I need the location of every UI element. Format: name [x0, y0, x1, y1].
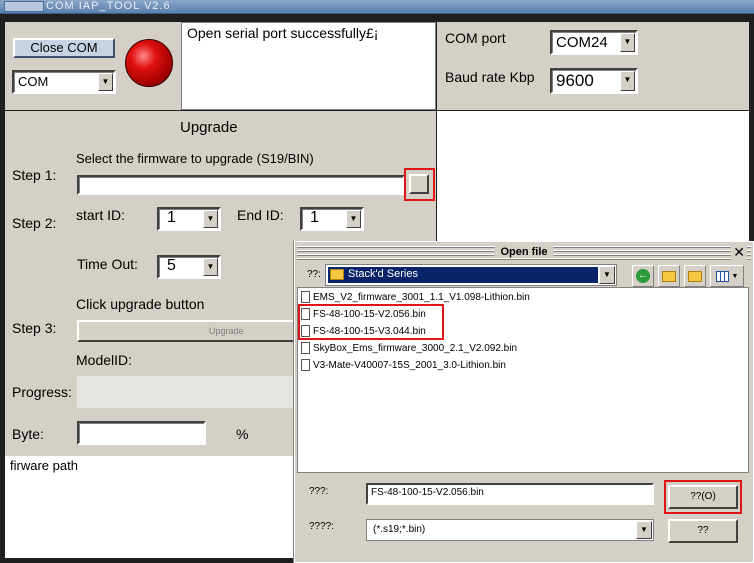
filetype-select[interactable]: (*.s19;*.bin) ▼: [366, 519, 654, 541]
filename-input[interactable]: FS-48-100-15-V2.056.bin: [366, 483, 654, 505]
file-highlight: [298, 304, 444, 340]
chevron-down-icon: ▼: [620, 71, 635, 91]
up-folder-icon[interactable]: [658, 265, 680, 287]
filetype-value: (*.s19;*.bin): [373, 524, 426, 535]
new-folder-icon[interactable]: [684, 265, 706, 287]
close-com-label: Close COM: [30, 40, 98, 55]
com-type-select[interactable]: COM ▼: [12, 70, 116, 94]
chevron-down-icon: ▼: [346, 210, 361, 228]
end-id-value: 1: [310, 209, 319, 226]
byte-label: Byte:: [12, 426, 44, 442]
cancel-button-label: ??: [697, 525, 709, 536]
file-name: V3-Mate-V40007-15S_2001_3.0-Lithion.bin: [313, 359, 506, 371]
percent-sign: %: [236, 426, 249, 442]
com-port-select[interactable]: COM24 ▼: [550, 30, 638, 55]
file-icon: [301, 291, 310, 303]
timeout-select[interactable]: 5 ▼: [157, 255, 221, 279]
dialog-title-bar: Open file ✕: [297, 244, 751, 262]
baud-rate-select[interactable]: 9600 ▼: [550, 68, 638, 94]
file-item[interactable]: SkyBox_Ems_firmware_3000_2.1_V2.092.bin: [301, 340, 517, 356]
cancel-button[interactable]: ??: [668, 519, 738, 543]
firmware-path-field[interactable]: [77, 175, 405, 195]
progress-label: Progress:: [12, 384, 72, 400]
chevron-down-icon: ▼: [98, 73, 113, 91]
title-bar: COM IAP_TOOL V2.6: [0, 0, 754, 14]
window-control[interactable]: [4, 1, 44, 12]
model-id-label: ModelID:: [76, 352, 133, 368]
status-message-box: Open serial port successfully£¡: [181, 22, 436, 110]
chevron-down-icon: ▼: [620, 33, 635, 52]
start-id-label: start ID:: [76, 207, 126, 223]
chevron-down-icon: ▼: [203, 258, 218, 276]
timeout-value: 5: [167, 257, 176, 274]
lookin-value: Stack'd Series: [348, 268, 418, 280]
com-type-value: COM: [18, 74, 49, 89]
upgrade-heading: Upgrade: [180, 119, 238, 136]
com-port-label: COM port: [445, 30, 506, 46]
back-icon[interactable]: ←: [632, 265, 654, 287]
status-message: Open serial port successfully£¡: [187, 25, 379, 41]
baud-rate-label: Baud rate Kbp: [445, 69, 535, 85]
status-led-icon: [125, 39, 173, 87]
lookin-select[interactable]: Stack'd Series ▼: [325, 264, 617, 286]
timeout-label: Time Out:: [77, 256, 138, 272]
filetype-label: ????:: [309, 521, 335, 532]
file-name: EMS_V2_firmware_3001_1.1_V1.098-Lithion.…: [313, 291, 530, 303]
lookin-label: ??:: [307, 269, 321, 280]
filename-label: ???:: [309, 486, 329, 497]
step2-label: Step 2:: [12, 215, 57, 231]
end-id-select[interactable]: 1 ▼: [300, 207, 364, 231]
filename-value: FS-48-100-15-V2.056.bin: [371, 487, 484, 498]
step3-label: Step 3:: [12, 320, 57, 336]
progress-bar: [77, 376, 296, 408]
com-port-value: COM24: [556, 34, 608, 51]
start-id-select[interactable]: 1 ▼: [157, 207, 221, 231]
firmware-path-label: firware path: [10, 458, 78, 473]
view-menu-icon[interactable]: ▼: [710, 265, 744, 287]
dialog-title: Open file: [494, 246, 554, 258]
chevron-down-icon: ▼: [636, 521, 652, 539]
step1-hint: Select the firmware to upgrade (S19/BIN): [76, 151, 314, 166]
end-id-label: End ID:: [237, 207, 284, 223]
upgrade-button[interactable]: Upgrade: [77, 320, 297, 342]
open-button[interactable]: ??(O): [668, 485, 738, 509]
step1-label: Step 1:: [12, 167, 57, 183]
browse-button[interactable]: [409, 174, 429, 194]
byte-field[interactable]: [77, 421, 206, 445]
start-id-value: 1: [167, 209, 176, 226]
file-item[interactable]: V3-Mate-V40007-15S_2001_3.0-Lithion.bin: [301, 357, 506, 373]
file-icon: [301, 342, 310, 354]
baud-rate-value: 9600: [556, 71, 594, 90]
window-title: COM IAP_TOOL V2.6: [46, 0, 171, 12]
chevron-down-icon: ▼: [599, 266, 615, 284]
file-icon: [301, 359, 310, 371]
click-upgrade-hint: Click upgrade button: [76, 296, 205, 312]
blank-area: [437, 111, 749, 241]
upgrade-button-label: Upgrade: [209, 326, 244, 336]
firmware-path-output: firware path: [5, 456, 296, 558]
folder-icon: [330, 269, 344, 280]
file-item[interactable]: EMS_V2_firmware_3001_1.1_V1.098-Lithion.…: [301, 289, 530, 305]
chevron-down-icon: ▼: [203, 210, 218, 228]
file-name: SkyBox_Ems_firmware_3000_2.1_V2.092.bin: [313, 342, 518, 354]
close-icon[interactable]: ✕: [731, 244, 747, 261]
close-com-button[interactable]: Close COM: [13, 38, 115, 58]
open-button-label: ??(O): [690, 491, 716, 502]
